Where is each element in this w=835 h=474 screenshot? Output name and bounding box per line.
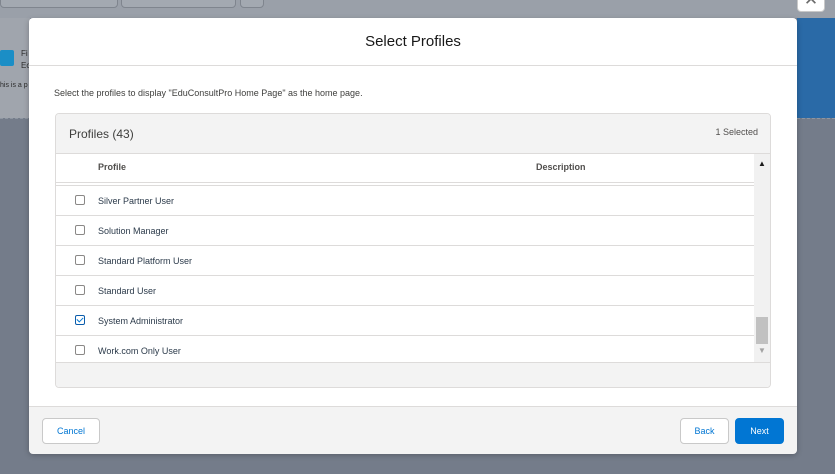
profile-checkbox[interactable] [75, 225, 85, 235]
select-profiles-modal: Select Profiles Select the profiles to d… [29, 18, 797, 454]
background-text: Fi [21, 49, 28, 58]
modal-instruction: Select the profiles to display "EduConsu… [54, 88, 363, 98]
column-header-description[interactable]: Description [536, 162, 586, 172]
profile-checkbox[interactable] [75, 285, 85, 295]
profiles-card-footer [56, 362, 770, 387]
profiles-card: Profiles (43) 1 Selected Profile Descrip… [55, 113, 771, 388]
background-app-icon [0, 50, 14, 66]
profiles-table: Profile Description Silver Partner User … [56, 154, 770, 366]
profile-name: Solution Manager [98, 226, 169, 236]
profile-name: System Administrator [98, 316, 184, 326]
close-icon[interactable]: ✕ [797, 0, 825, 12]
table-column-header: Profile Description [56, 154, 770, 183]
profile-checkbox[interactable] [75, 195, 85, 205]
profile-checkbox-checked[interactable] [75, 315, 85, 325]
profile-checkbox[interactable] [75, 345, 85, 355]
profiles-title: Profiles (43) [69, 127, 134, 141]
background-tab [0, 0, 118, 8]
table-row[interactable]: Standard Platform User [56, 246, 754, 276]
modal-footer: Cancel Back Next [29, 406, 797, 454]
table-row[interactable]: Silver Partner User [56, 186, 754, 216]
next-button[interactable]: Next [735, 418, 784, 444]
background-text: his is a p [0, 82, 28, 89]
background-panel-right [797, 18, 835, 118]
chevron-up-icon[interactable]: ▲ [758, 159, 766, 168]
modal-header: Select Profiles [29, 18, 797, 66]
background-tab [240, 0, 264, 8]
background-tab [121, 0, 236, 8]
chevron-down-icon[interactable]: ▼ [758, 346, 766, 355]
table-scrollbar[interactable]: ▲ ▼ [754, 154, 770, 362]
column-header-profile[interactable]: Profile [98, 162, 126, 172]
profiles-rows: Silver Partner User Solution Manager Sta… [56, 182, 754, 366]
profile-checkbox[interactable] [75, 255, 85, 265]
selected-count: 1 Selected [715, 127, 758, 137]
cancel-button[interactable]: Cancel [42, 418, 100, 444]
modal-title: Select Profiles [365, 33, 461, 50]
table-row[interactable]: System Administrator [56, 306, 754, 336]
profile-name: Standard User [98, 286, 157, 296]
scrollbar-thumb[interactable] [756, 317, 768, 344]
table-row[interactable]: Solution Manager [56, 216, 754, 246]
profile-name: Work.com Only User [98, 346, 181, 356]
profile-name: Silver Partner User [98, 196, 175, 206]
table-row[interactable]: Standard User [56, 276, 754, 306]
back-button[interactable]: Back [680, 418, 729, 444]
profiles-card-header: Profiles (43) 1 Selected [56, 114, 770, 154]
profile-name: Standard Platform User [98, 256, 193, 266]
